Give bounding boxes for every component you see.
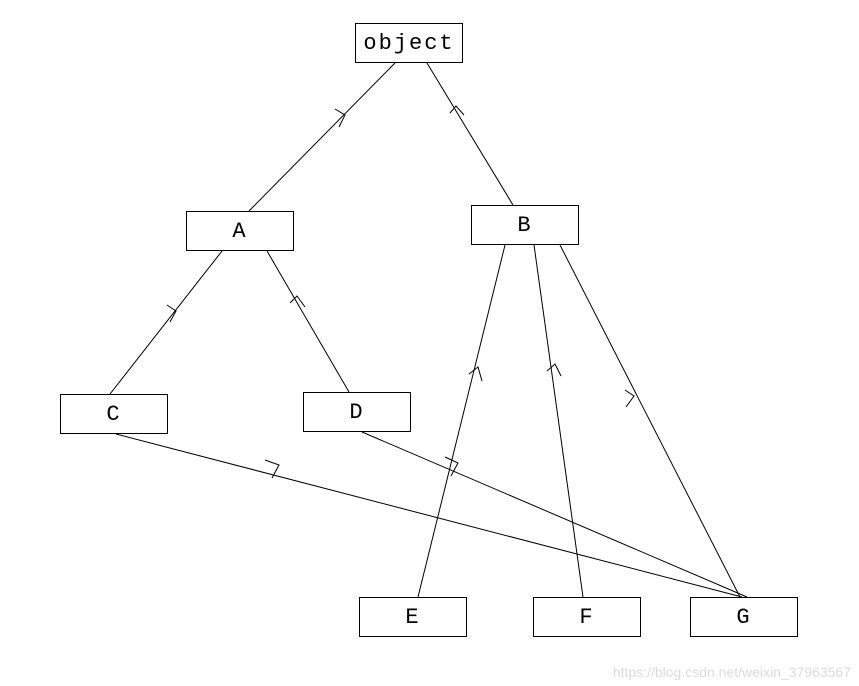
edge-e-b [418, 245, 505, 597]
node-a: A [186, 211, 294, 251]
node-c-label: C [106, 402, 121, 427]
node-object-label: object [363, 31, 454, 56]
edge-a-object-arrow [335, 109, 345, 127]
node-c: C [60, 394, 168, 434]
edge-b-object [427, 63, 513, 205]
node-b-label: B [517, 213, 532, 238]
edge-c-a [110, 251, 222, 394]
node-f: F [533, 597, 641, 637]
edge-g-d [362, 432, 747, 597]
edge-e-b-arrow [469, 367, 482, 381]
node-e: E [359, 597, 467, 637]
edge-d-a [267, 251, 349, 392]
edge-c-a-arrow [167, 305, 176, 322]
watermark: https://blog.csdn.net/weixin_37963567 [613, 664, 851, 680]
edge-a-object [249, 63, 395, 211]
edge-g-c [116, 434, 742, 597]
node-b: B [471, 205, 579, 245]
node-g-label: G [736, 605, 751, 630]
node-a-label: A [232, 219, 247, 244]
edge-b-object-arrow [450, 106, 464, 115]
node-g: G [690, 597, 798, 637]
node-f-label: F [579, 605, 594, 630]
edge-f-b [534, 245, 583, 597]
edge-g-c-arrow [265, 460, 279, 478]
node-d: D [303, 392, 411, 432]
edge-f-b-arrow [547, 364, 561, 376]
edge-g-b-arrow [625, 390, 634, 407]
edge-g-d-arrow [445, 457, 458, 476]
node-object: object [355, 23, 463, 63]
diagram-edges [0, 0, 859, 686]
edge-g-b [560, 245, 740, 597]
edge-d-a-arrow [290, 296, 305, 307]
node-e-label: E [405, 605, 420, 630]
node-d-label: D [349, 400, 364, 425]
